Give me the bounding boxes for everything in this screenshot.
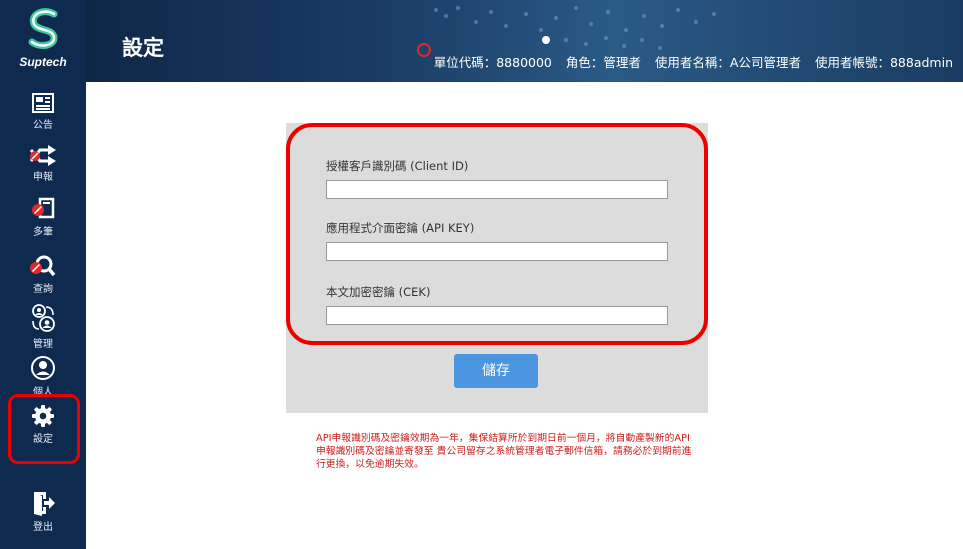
sidebar-item-manage[interactable]: 管理 <box>0 303 86 350</box>
user-info: 單位代碼：8880000 角色：管理者 使用者名稱：A公司管理者 使用者帳號：888a… <box>420 52 953 71</box>
magnifier-icon <box>30 255 56 277</box>
users-cycle-icon <box>32 304 55 332</box>
sidebar-item-personal[interactable]: 個人 <box>0 355 86 398</box>
sidebar-item-logout[interactable]: 登出 <box>0 490 86 533</box>
sidebar-item-announcement[interactable]: 公告 <box>0 92 86 131</box>
sidebar-item-batch[interactable]: 多筆 <box>0 197 86 238</box>
newspaper-icon <box>32 93 54 113</box>
sidebar-item-label: 管理 <box>33 339 53 350</box>
unit-code: 單位代碼：8880000 <box>433 55 552 70</box>
sidebar-item-label: 公告 <box>33 120 53 131</box>
expiry-notice: API申報識別碼及密鑰效期為一年，集保結算所於到期日前一個月，將自動產製新的AP… <box>316 433 692 470</box>
cek-input[interactable] <box>326 306 668 325</box>
cek-label: 本文加密密鑰 (CEK) <box>326 285 431 299</box>
sidebar-item-query[interactable]: 查詢 <box>0 254 86 295</box>
brand-name: Suptech <box>19 55 67 69</box>
sidebar-item-label: 申報 <box>33 172 53 183</box>
sidebar-item-label: 多筆 <box>33 227 53 238</box>
client-id-label: 授權客戶識別碼 (Client ID) <box>326 159 469 173</box>
api-key-input[interactable] <box>326 242 668 261</box>
sidebar-item-label: 登出 <box>33 522 53 533</box>
user-name: 使用者名稱：A公司管理者 <box>654 55 801 70</box>
sidebar-item-label: 查詢 <box>33 284 53 295</box>
user-circle-icon <box>31 356 55 380</box>
api-key-label: 應用程式介面密鑰 (API KEY) <box>326 221 475 235</box>
sidebar-item-report[interactable]: 申報 <box>0 144 86 183</box>
client-id-input[interactable] <box>326 180 668 199</box>
settings-highlight <box>8 394 80 464</box>
files-icon <box>32 197 55 219</box>
role: 角色：管理者 <box>565 55 641 70</box>
shuffle-icon <box>29 145 56 166</box>
save-button[interactable]: 儲存 <box>454 354 538 388</box>
page-title: 設定 <box>122 36 164 60</box>
logout-icon <box>34 492 55 516</box>
logo[interactable]: Suptech <box>0 0 86 80</box>
user-account: 使用者帳號：888admin <box>814 55 953 70</box>
sidebar: Suptech 公告 申報 多筆 查詢 管理 個人 設定 登出 <box>0 0 86 549</box>
header-bar: 設定 單位代碼：8880000 角色：管理者 使用者名稱：A公司管理者 使用者帳號：8… <box>86 0 963 82</box>
suptech-logo-icon <box>28 8 58 49</box>
